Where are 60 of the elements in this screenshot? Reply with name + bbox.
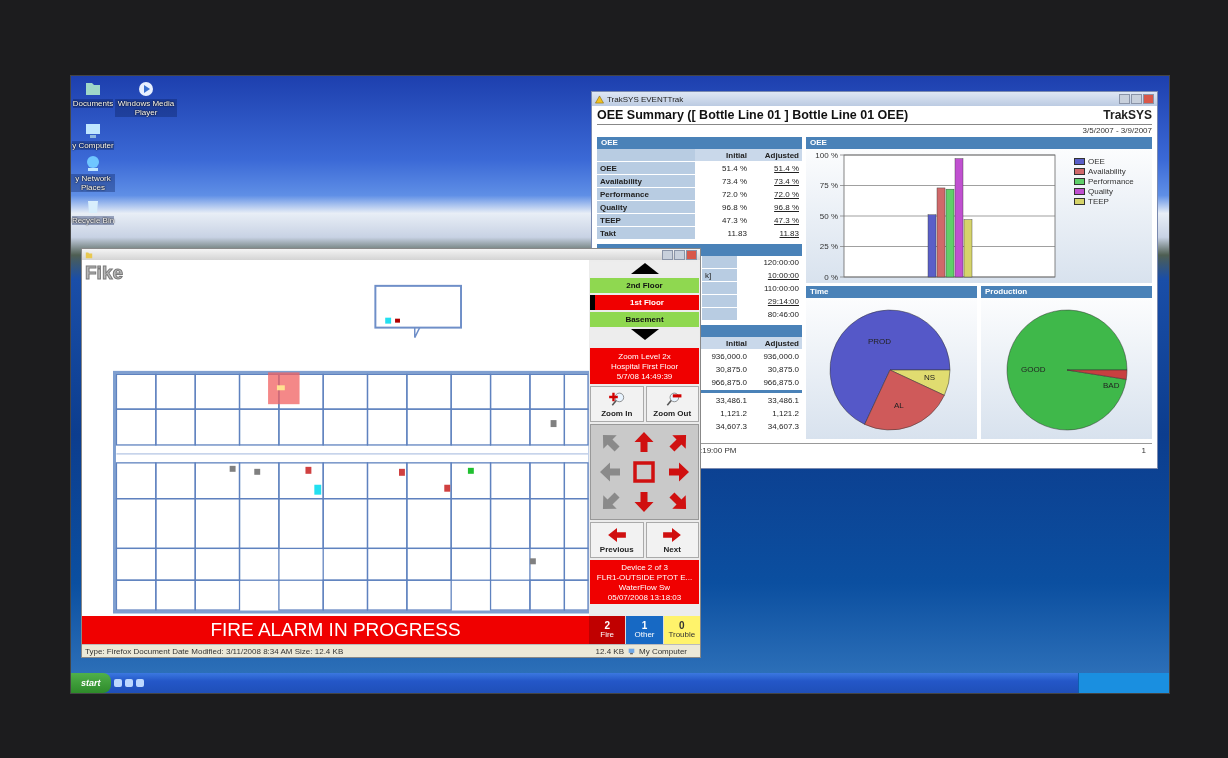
info-line: 05/07/2008 13:18:03 <box>607 592 682 602</box>
section-header: OEE <box>806 137 1152 149</box>
info-line: FLR1-OUTSIDE PTOT E... <box>596 572 693 582</box>
legend-label: Quality <box>1088 187 1113 196</box>
nav-button[interactable]: Previous <box>590 522 644 558</box>
column-header: Initial <box>695 149 750 162</box>
nav-button[interactable]: Next <box>645 522 699 558</box>
desktop-icon-label[interactable]: y Computer <box>72 141 114 150</box>
axis-tick-label: 100 % <box>815 151 838 160</box>
alarm-counter[interactable]: 0 Trouble <box>663 616 700 644</box>
alarm-counter[interactable]: 2 Fire <box>589 616 626 644</box>
axis-tick-label: 0 % <box>824 272 838 282</box>
status-text: Type: Firefox Document Date Modified: 3/11/2008 8:34 AM Size: 12.4 KB <box>85 646 344 656</box>
zoom-button[interactable]: Zoom In <box>590 386 644 422</box>
logo: TrakSYS <box>1103 108 1152 122</box>
legend-label: Performance <box>1088 177 1134 186</box>
desktop-icon-label[interactable]: Windows Media Player <box>115 99 177 117</box>
axis-tick-label: 75 % <box>819 181 838 190</box>
column-header: Adjusted <box>750 337 802 350</box>
row-label: Takt <box>597 227 695 240</box>
alarm-counter[interactable]: 1 Other <box>626 616 663 644</box>
section-header: Time <box>806 286 977 298</box>
section-header: OEE <box>597 137 802 149</box>
desktop-icon-label[interactable]: y Network Places <box>71 174 115 192</box>
pie-slice-label: GOOD <box>1021 365 1046 374</box>
legend-label: TEEP <box>1088 197 1109 206</box>
status-size: 12.4 KB <box>595 646 624 656</box>
axis-tick-label: 50 % <box>819 211 838 221</box>
info-line: 5/7/08 14:49:39 <box>616 371 673 381</box>
legend-label: Availability <box>1088 167 1126 176</box>
date-range: 3/5/2007 - 3/9/2007 <box>1082 126 1152 135</box>
zoom-button[interactable]: Zoom Out <box>645 386 699 422</box>
report-heading: OEE Summary ([ Bottle Line 01 ] Bottle Line 01 OEE) <box>597 108 909 122</box>
row-label: Quality <box>597 201 695 214</box>
alarm-banner: FIRE ALARM IN PROGRESS <box>82 616 589 644</box>
pie-slice-label: AL <box>894 401 904 410</box>
axis-tick-label: 25 % <box>819 242 838 251</box>
row-label: OEE <box>597 162 695 175</box>
info-line: WaterFlow Sw <box>618 582 671 592</box>
info-line: Device 2 of 3 <box>621 562 668 572</box>
section-header: Production <box>981 286 1152 298</box>
window-title: TrakSYS EVENTTrak <box>607 94 684 104</box>
logo: Fike <box>85 263 124 283</box>
floor-list-item[interactable]: 1st Floor <box>590 295 699 310</box>
info-line: Zoom Level 2x <box>618 351 671 361</box>
floor-list-item[interactable]: 2nd Floor <box>590 278 699 293</box>
status-zone: My Computer <box>639 646 688 656</box>
row-label: TEEP <box>597 214 695 227</box>
info-line: Hospital First Floor <box>610 361 679 371</box>
row-label: k] <box>705 271 712 280</box>
pie-slice-label: PROD <box>868 337 892 346</box>
floor-list-item[interactable]: Basement <box>590 312 699 327</box>
footer-time: :19:00 PM <box>700 446 737 455</box>
row-label: Availability <box>597 175 695 188</box>
row-label: Performance <box>597 188 695 201</box>
pie-slice-label: NS <box>924 373 936 382</box>
page-number: 1 <box>1141 446 1146 455</box>
legend-label: OEE <box>1088 157 1105 166</box>
pie-slice-label: BAD <box>1103 381 1120 390</box>
column-header: Adjusted <box>750 149 802 162</box>
